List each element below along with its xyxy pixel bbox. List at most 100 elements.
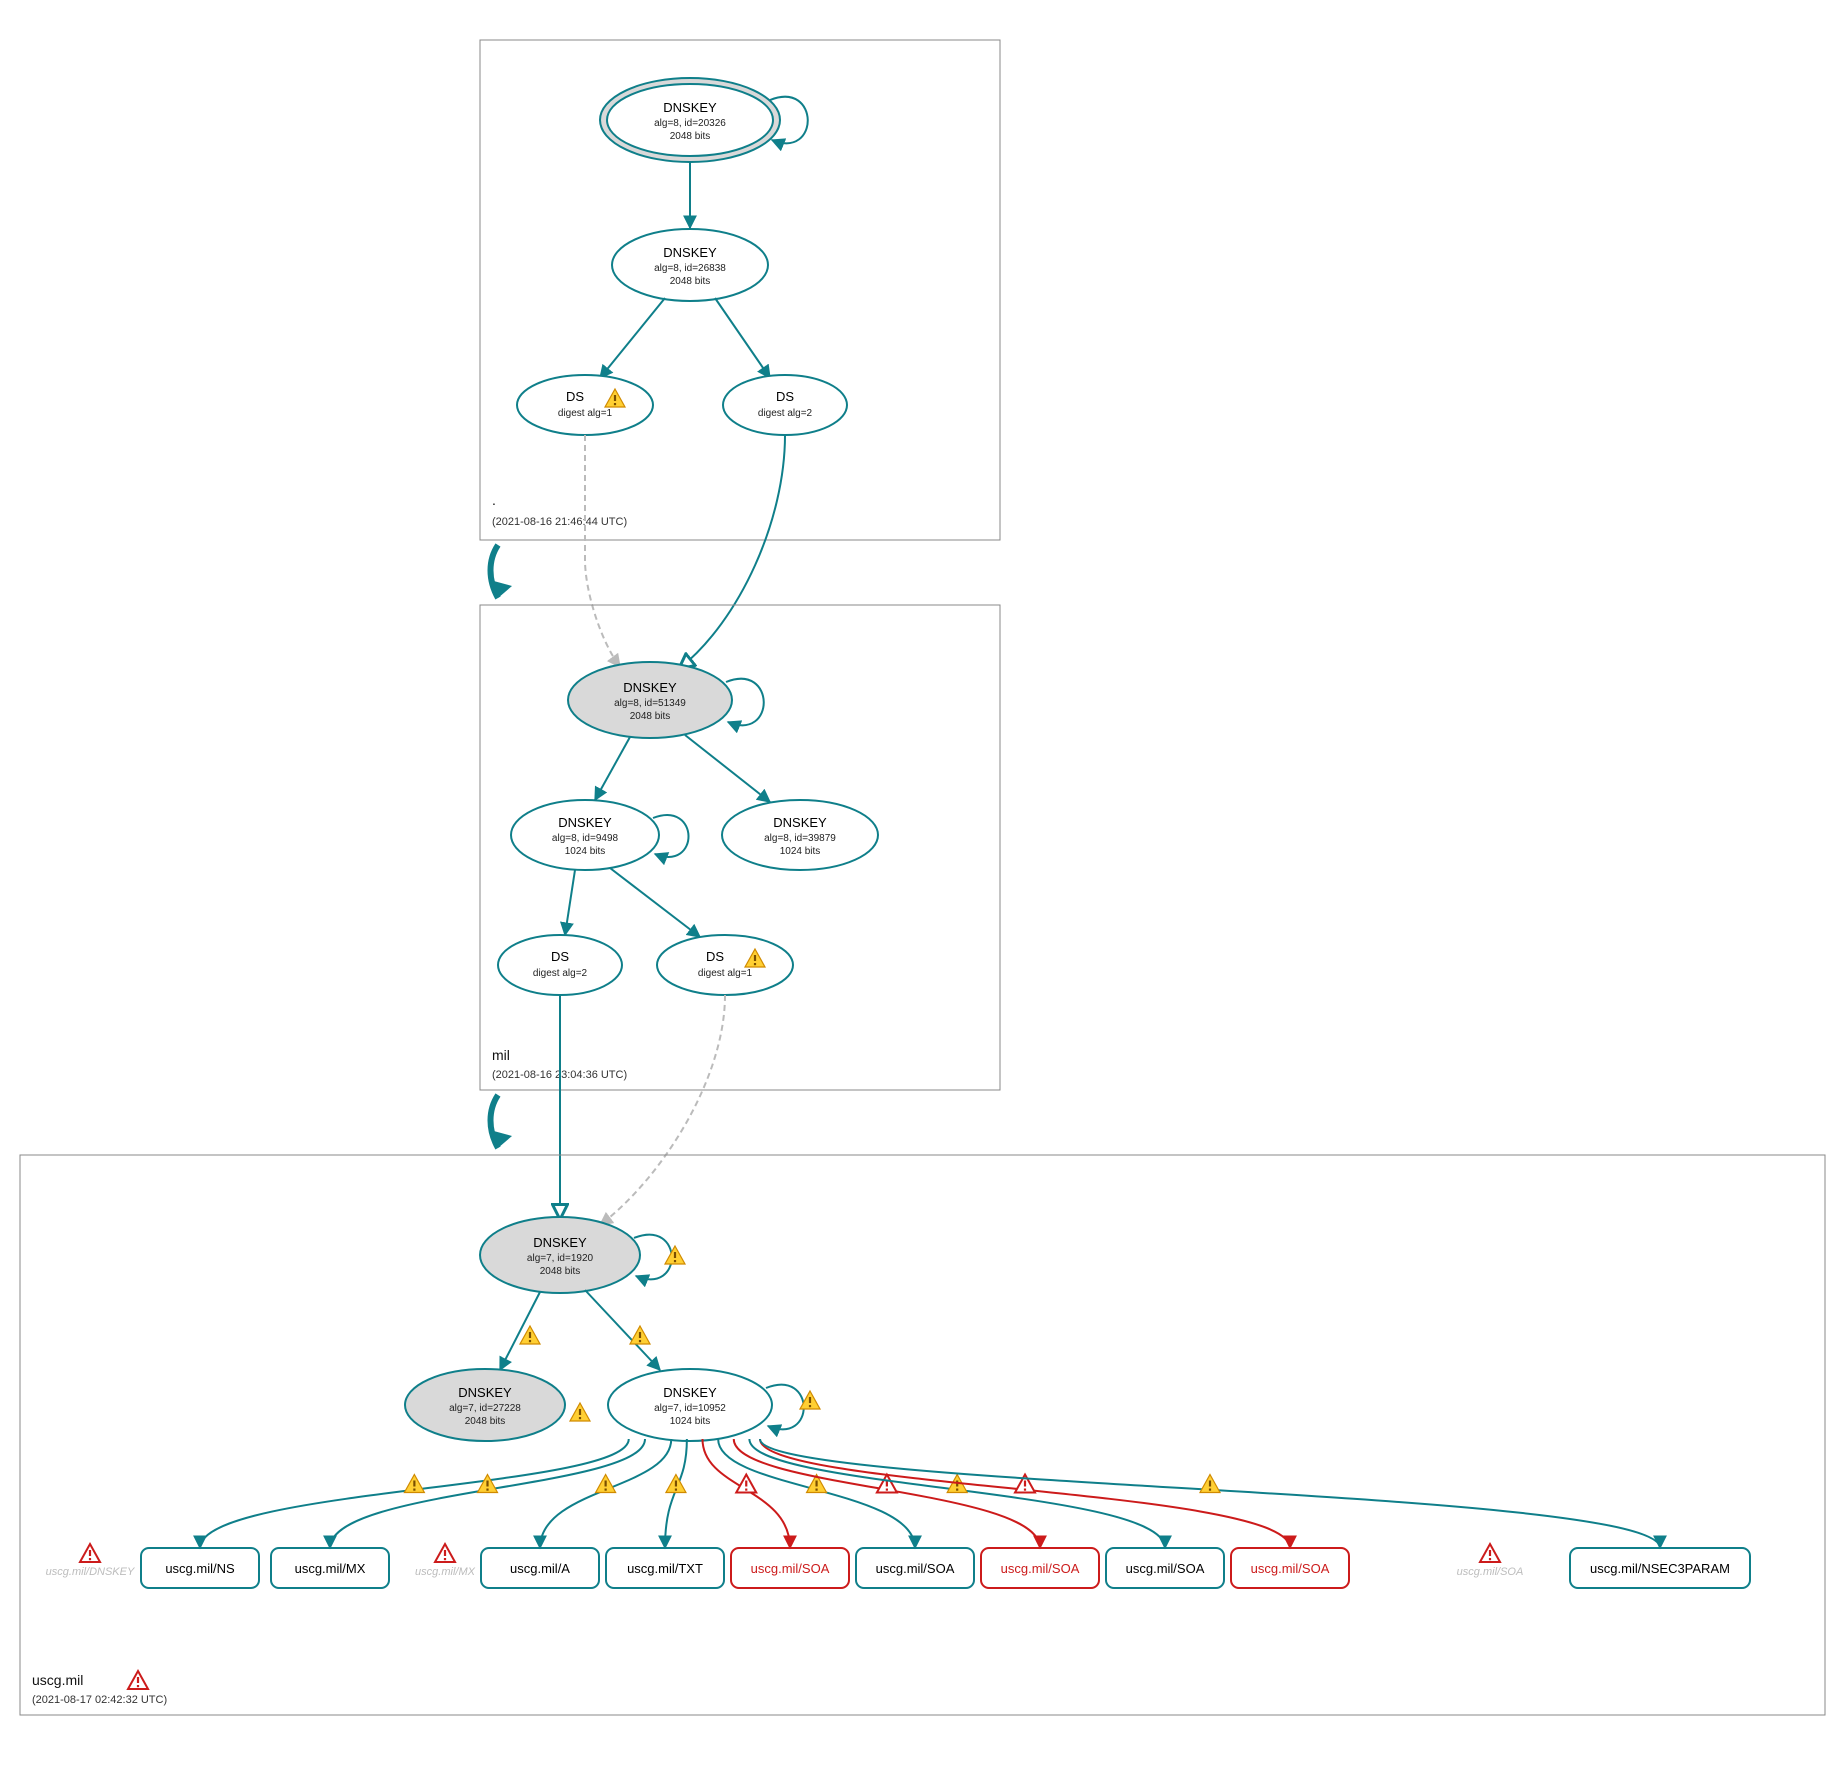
rrset-label: uscg.mil/SOA: [876, 1561, 955, 1576]
warning-icon: [478, 1475, 498, 1493]
zone-uscg: uscg.mil (2021-08-17 02:42:32 UTC) DNSKE…: [20, 1155, 1825, 1715]
node-mil-ds1-line1: digest alg=2: [533, 968, 588, 979]
rrset-box[interactable]: uscg.mil/NSEC3PARAM: [1570, 1548, 1750, 1588]
node-root-ds1[interactable]: DS digest alg=1: [517, 375, 653, 435]
error-icon: [80, 1544, 100, 1562]
node-root-ds1-line1: digest alg=1: [558, 408, 613, 419]
node-root-ds1-title: DS: [566, 389, 584, 404]
node-mil-zsk1[interactable]: DNSKEY alg=8, id=9498 1024 bits: [511, 800, 659, 870]
node-mil-zsk1-title: DNSKEY: [558, 815, 612, 830]
rrset-label: uscg.mil/MX: [295, 1561, 366, 1576]
node-uscg-zsk[interactable]: DNSKEY alg=7, id=10952 1024 bits: [608, 1369, 772, 1441]
error-icon: [435, 1544, 455, 1562]
node-mil-ksk[interactable]: DNSKEY alg=8, id=51349 2048 bits: [568, 662, 732, 738]
rrset-box[interactable]: uscg.mil/NS: [141, 1548, 259, 1588]
warning-icon: [404, 1475, 424, 1493]
edge-uscg-ksk-key2: [500, 1292, 540, 1370]
rrset-box[interactable]: uscg.mil/TXT: [606, 1548, 724, 1588]
rrset-box[interactable]: uscg.mil/SOA: [731, 1548, 849, 1588]
rrset-label: uscg.mil/SOA: [1001, 1561, 1080, 1576]
node-root-ksk-line1: alg=8, id=20326: [654, 118, 726, 129]
extra-dnskey: uscg.mil/DNSKEY: [46, 1544, 135, 1578]
rrset-label: uscg.mil/TXT: [627, 1561, 703, 1576]
node-root-ksk-line2: 2048 bits: [670, 131, 711, 142]
edge-mil-ksk-zsk1: [595, 737, 630, 800]
edge-mil-zsk1-ds1: [565, 870, 575, 935]
node-uscg-zsk-title: DNSKEY: [663, 1385, 717, 1400]
node-mil-zsk2[interactable]: DNSKEY alg=8, id=39879 1024 bits: [722, 800, 878, 870]
extra-dnskey-label: uscg.mil/DNSKEY: [46, 1566, 135, 1578]
rrset-label: uscg.mil/SOA: [751, 1561, 830, 1576]
node-root-ksk[interactable]: DNSKEY alg=8, id=20326 2048 bits: [600, 78, 780, 162]
error-icon: [736, 1475, 756, 1493]
node-mil-ds2-title: DS: [706, 949, 724, 964]
edge-root-ds1-mil-ksk: [585, 435, 620, 667]
rrset-box[interactable]: uscg.mil/SOA: [1231, 1548, 1349, 1588]
node-uscg-key2-title: DNSKEY: [458, 1385, 512, 1400]
node-uscg-key2-line2: 2048 bits: [465, 1416, 506, 1427]
zone-uscg-timestamp: (2021-08-17 02:42:32 UTC): [32, 1694, 167, 1706]
node-mil-ksk-line2: 2048 bits: [630, 711, 671, 722]
edge-uscg-zsk-rrset: [665, 1439, 687, 1548]
node-root-ds2[interactable]: DS digest alg=2: [723, 375, 847, 435]
node-uscg-ksk[interactable]: DNSKEY alg=7, id=1920 2048 bits: [480, 1217, 640, 1293]
zone-root: . (2021-08-16 21:46:44 UTC) DNSKEY alg=8…: [480, 40, 1000, 540]
node-uscg-zsk-line2: 1024 bits: [670, 1416, 711, 1427]
error-icon: [128, 1671, 148, 1689]
node-mil-ksk-title: DNSKEY: [623, 680, 677, 695]
edge-uscg-zsk-rrset: [749, 1439, 1165, 1548]
node-mil-ds2[interactable]: DS digest alg=1: [657, 935, 793, 995]
warning-icon: [596, 1475, 616, 1493]
node-root-ds2-line1: digest alg=2: [758, 408, 813, 419]
node-mil-zsk2-title: DNSKEY: [773, 815, 827, 830]
node-root-ksk-title: DNSKEY: [663, 100, 717, 115]
node-mil-zsk2-line2: 1024 bits: [780, 846, 821, 857]
extra-mx-label: uscg.mil/MX: [415, 1566, 476, 1578]
warning-icon: [665, 1246, 685, 1264]
rrset-box[interactable]: uscg.mil/SOA: [856, 1548, 974, 1588]
rrset-label: uscg.mil/SOA: [1126, 1561, 1205, 1576]
rrset-label: uscg.mil/NSEC3PARAM: [1590, 1561, 1730, 1576]
node-mil-ds1[interactable]: DS digest alg=2: [498, 935, 622, 995]
node-mil-ds1-title: DS: [551, 949, 569, 964]
node-mil-zsk2-line1: alg=8, id=39879: [764, 833, 836, 844]
warning-icon: [630, 1326, 650, 1344]
warning-icon: [1200, 1475, 1220, 1493]
edge-uscg-zsk-rrset: [540, 1439, 671, 1548]
zone-root-name: .: [492, 492, 496, 508]
edge-mil-ds2-uscg-ksk: [600, 995, 725, 1225]
rrset-label: uscg.mil/NS: [165, 1561, 235, 1576]
node-root-zsk-line2: 2048 bits: [670, 276, 711, 287]
warning-icon: [666, 1475, 686, 1493]
edge-root-zsk-ds2: [715, 298, 770, 378]
edge-mil-zsk1-ds2: [610, 868, 700, 937]
warning-icon: [520, 1326, 540, 1344]
rrset-label: uscg.mil/SOA: [1251, 1561, 1330, 1576]
rrset-box[interactable]: uscg.mil/MX: [271, 1548, 389, 1588]
node-root-zsk-line1: alg=8, id=26838: [654, 263, 726, 274]
node-root-ds2-title: DS: [776, 389, 794, 404]
node-uscg-ksk-line2: 2048 bits: [540, 1266, 581, 1277]
node-uscg-ksk-line1: alg=7, id=1920: [527, 1253, 594, 1264]
edge-root-zsk-ds1: [600, 298, 665, 378]
node-uscg-zsk-line1: alg=7, id=10952: [654, 1403, 726, 1414]
zone-mil: mil (2021-08-16 23:04:36 UTC) DNSKEY alg…: [480, 605, 1000, 1090]
extra-soa-label: uscg.mil/SOA: [1457, 1566, 1524, 1578]
edge-uscg-ksk-zsk: [585, 1290, 660, 1370]
zone-mil-name: mil: [492, 1047, 510, 1063]
node-mil-zsk1-line2: 1024 bits: [565, 846, 606, 857]
error-icon: [877, 1475, 897, 1493]
rrset-box[interactable]: uscg.mil/A: [481, 1548, 599, 1588]
rrset-box[interactable]: uscg.mil/SOA: [1106, 1548, 1224, 1588]
edge-uscg-zsk-rrset: [200, 1439, 629, 1548]
edge-root-ds2-mil-ksk: [680, 435, 785, 668]
node-mil-ksk-line1: alg=8, id=51349: [614, 698, 686, 709]
extra-soa: uscg.mil/SOA: [1457, 1544, 1524, 1578]
zone-root-timestamp: (2021-08-16 21:46:44 UTC): [492, 516, 627, 528]
node-uscg-ksk-title: DNSKEY: [533, 1235, 587, 1250]
node-root-zsk[interactable]: DNSKEY alg=8, id=26838 2048 bits: [612, 229, 768, 301]
rrset-box[interactable]: uscg.mil/SOA: [981, 1548, 1099, 1588]
edge-mil-ksk-zsk2: [685, 735, 770, 802]
node-uscg-key2[interactable]: DNSKEY alg=7, id=27228 2048 bits: [405, 1369, 565, 1441]
node-uscg-key2-line1: alg=7, id=27228: [449, 1403, 521, 1414]
